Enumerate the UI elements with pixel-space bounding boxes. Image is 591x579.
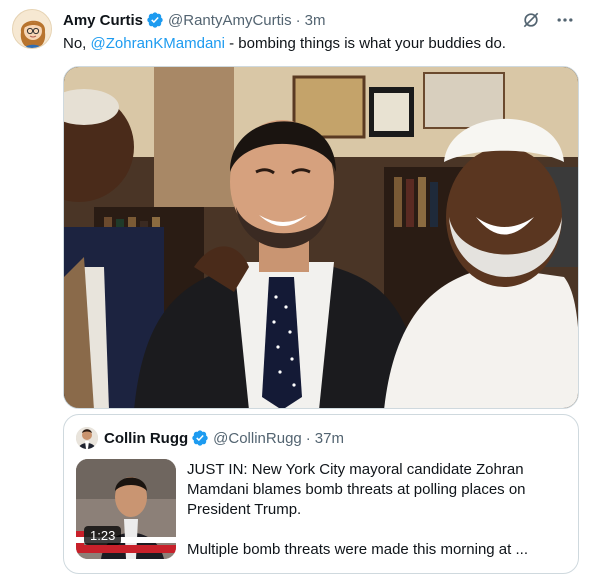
quote-separator: ·: [305, 429, 311, 447]
quote-verified-badge-icon: [191, 429, 209, 447]
quote-paragraph-1: JUST IN: New York City mayoral candidate…: [187, 461, 526, 518]
quote-paragraph-2: Multiple bomb threats were made this mor…: [187, 541, 528, 558]
tweet-header: Amy Curtis @RantyAmyCurtis · 3m: [63, 10, 575, 30]
quote-author-name[interactable]: Collin Rugg: [104, 430, 188, 447]
tweet-text: No, @ZohranKMamdani - bombing things is …: [63, 34, 506, 54]
tweet[interactable]: Amy Curtis @RantyAmyCurtis · 3m No, @Zoh…: [0, 0, 591, 579]
grok-icon[interactable]: [521, 10, 541, 30]
tweet-photo[interactable]: [63, 66, 579, 409]
author-avatar[interactable]: [12, 9, 52, 49]
quoted-tweet[interactable]: Collin Rugg @CollinRugg · 37m 1:23 JUST …: [63, 414, 579, 574]
verified-badge-icon: [146, 11, 164, 29]
header-actions: [521, 10, 575, 30]
quote-header: Collin Rugg @CollinRugg · 37m: [76, 427, 344, 449]
author-handle[interactable]: @RantyAmyCurtis: [168, 12, 292, 29]
separator: ·: [295, 11, 301, 29]
photo-illustration: [64, 67, 578, 408]
tweet-text-suffix: - bombing things is what your buddies do…: [224, 35, 506, 52]
more-icon[interactable]: [555, 10, 575, 30]
quote-author-avatar[interactable]: [76, 427, 98, 449]
tweet-text-prefix: No,: [63, 35, 91, 52]
quote-time[interactable]: 37m: [315, 430, 344, 447]
tweet-time[interactable]: 3m: [305, 12, 326, 29]
author-name[interactable]: Amy Curtis: [63, 12, 143, 29]
mention-link[interactable]: @ZohranKMamdani: [91, 35, 225, 52]
quote-text: JUST IN: New York City mayoral candidate…: [187, 460, 557, 573]
video-duration: 1:23: [84, 526, 122, 545]
quote-author-handle[interactable]: @CollinRugg: [213, 430, 302, 447]
